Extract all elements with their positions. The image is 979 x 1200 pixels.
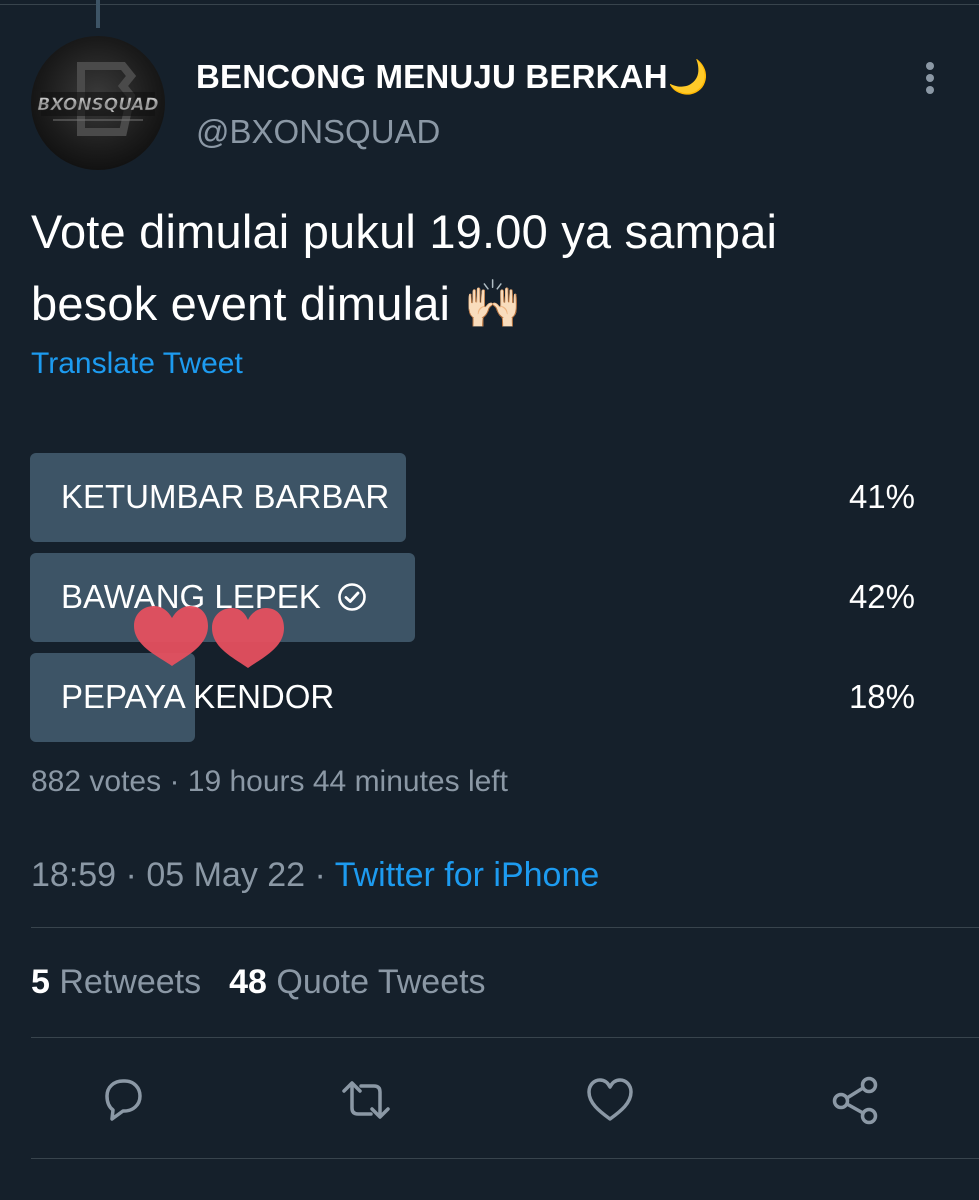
- retweets-count: 5: [31, 963, 50, 1001]
- divider: [31, 1158, 979, 1159]
- share-button[interactable]: [828, 1072, 884, 1128]
- poll-time-left: 19 hours 44 minutes left: [187, 765, 508, 798]
- poll-vote-count: 882 votes: [31, 765, 162, 798]
- check-circle-icon: [337, 583, 366, 611]
- tweet-text-line-2-text: besok event dimulai: [31, 277, 451, 330]
- user-handle[interactable]: @BXONSQUAD: [196, 113, 440, 151]
- tweet-text: Vote dimulai pukul 19.00 ya sampai besok…: [31, 196, 951, 340]
- avatar[interactable]: BXONSQUAD: [31, 36, 165, 170]
- tweet-timestamp: 18:59 · 05 May 22 · Twitter for iPhone: [31, 856, 599, 895]
- reply-icon: [105, 1079, 142, 1121]
- poll-option-text: KETUMBAR BARBAR: [61, 478, 390, 515]
- poll-option-label: PEPAYA KENDOR: [61, 678, 334, 716]
- quote-tweets-stat[interactable]: 48 Quote Tweets: [229, 963, 485, 1001]
- poll-option-percent: 18%: [848, 678, 915, 715]
- avatar-logo-icon: BXONSQUAD: [37, 62, 159, 136]
- share-icon: [832, 1076, 878, 1125]
- poll-option-percent: 41%: [848, 478, 915, 515]
- reply-button[interactable]: [94, 1072, 150, 1128]
- moon-emoji: 🌙: [667, 58, 710, 95]
- more-vertical-icon[interactable]: [918, 58, 942, 98]
- retweets-label: Retweets: [59, 963, 202, 1001]
- retweet-icon: [342, 1081, 390, 1119]
- quote-tweets-count: 48: [229, 963, 267, 1001]
- tweet-time[interactable]: 18:59: [31, 856, 116, 894]
- retweet-button[interactable]: [338, 1072, 394, 1128]
- poll-meta: 882 votes · 19 hours 44 minutes left: [31, 765, 508, 799]
- poll-separator: ·: [169, 765, 180, 798]
- heart-sticker-left: [134, 606, 208, 666]
- heart-icon: [587, 1078, 633, 1121]
- retweets-stat[interactable]: 5 Retweets: [31, 963, 201, 1001]
- divider: [31, 927, 979, 928]
- timestamp-separator: ·: [314, 856, 326, 894]
- tweet-text-line-2: besok event dimulai 🙌🏻: [31, 268, 951, 340]
- timestamp-separator: ·: [125, 856, 137, 894]
- poll-option-percent: 42%: [848, 578, 915, 615]
- like-button[interactable]: [582, 1072, 638, 1128]
- quote-tweets-label: Quote Tweets: [276, 963, 486, 1001]
- poll-option-label: KETUMBAR BARBAR: [61, 478, 389, 516]
- tweet-stats: 5 Retweets 48 Quote Tweets: [31, 963, 486, 1002]
- tweet-text-line-1: Vote dimulai pukul 19.00 ya sampai: [31, 205, 778, 258]
- top-divider: [0, 4, 979, 5]
- divider: [31, 1037, 979, 1038]
- heart-sticker-right: [212, 608, 284, 668]
- tweet-date[interactable]: 05 May 22: [146, 856, 305, 894]
- tweet-source-link[interactable]: Twitter for iPhone: [335, 856, 600, 894]
- heart-stickers: [134, 606, 284, 668]
- display-name[interactable]: BENCONG MENUJU BERKAH🌙: [196, 58, 709, 97]
- display-name-text: BENCONG MENUJU BERKAH: [196, 58, 668, 95]
- raised-hands-emoji: 🙌🏻: [463, 277, 523, 330]
- svg-text:BXONSQUAD: BXONSQUAD: [37, 95, 158, 115]
- translate-tweet-link[interactable]: Translate Tweet: [31, 347, 243, 381]
- poll-option-text: PEPAYA KENDOR: [61, 678, 335, 715]
- poll-option: KETUMBAR BARBAR 41%: [30, 453, 920, 542]
- thread-line: [96, 0, 100, 28]
